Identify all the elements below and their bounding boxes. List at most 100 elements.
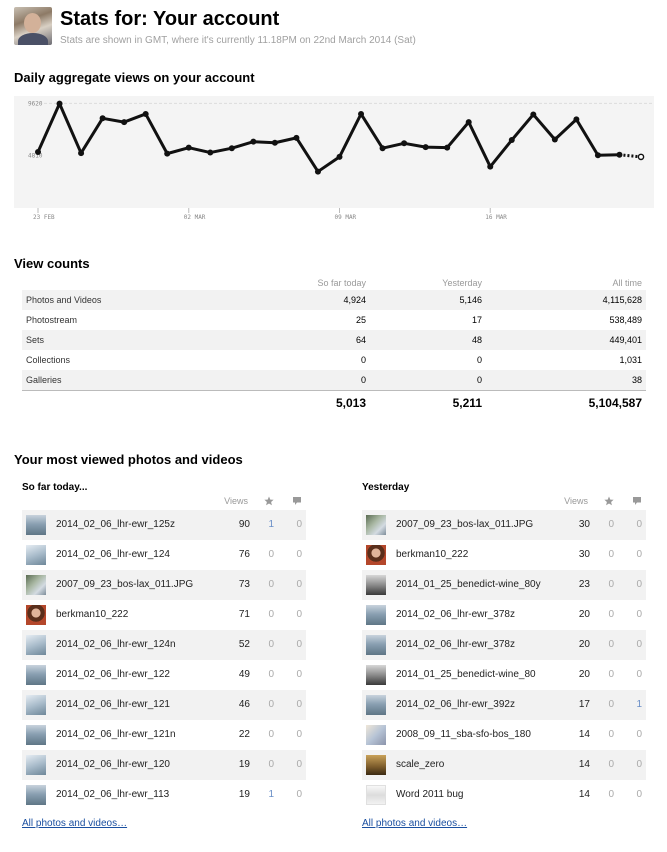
data-point[interactable] [35, 149, 41, 155]
photo-title-link[interactable]: 2014_01_25_benedict-wine_80 [396, 660, 536, 690]
photo-thumbnail[interactable] [26, 785, 46, 805]
data-point[interactable] [164, 150, 171, 157]
photo-title-link[interactable]: 2014_02_06_lhr-ewr_121n [56, 720, 176, 750]
data-point[interactable] [465, 119, 472, 126]
photo-title-link[interactable]: 2014_02_06_lhr-ewr_124n [56, 630, 176, 660]
yesterday-list-header: Views [362, 494, 646, 510]
photo-title-link[interactable]: Word 2011 bug [396, 780, 463, 810]
photo-title-link[interactable]: 2014_02_06_lhr-ewr_122 [56, 660, 170, 690]
view-counts-row: Sets 64 48 449,401 [22, 330, 646, 350]
photo-row: 2014_02_06_lhr-ewr_120 19 0 0 [22, 750, 306, 780]
photo-title-link[interactable]: berkman10_222 [396, 540, 468, 570]
x-tick-label: 09 MAR [335, 214, 357, 221]
photo-thumbnail[interactable] [26, 695, 46, 715]
data-point[interactable] [78, 150, 85, 157]
photo-title-link[interactable]: scale_zero [396, 750, 444, 780]
photo-title-link[interactable]: 2014_02_06_lhr-ewr_378z [396, 600, 515, 630]
photo-comments: 0 [296, 549, 302, 560]
photo-thumbnail[interactable] [366, 635, 386, 655]
data-point[interactable] [637, 153, 645, 161]
all-photos-link-today[interactable]: All photos and videos… [22, 818, 127, 829]
photo-favs: 0 [608, 789, 614, 800]
data-point[interactable] [401, 140, 408, 147]
photo-thumbnail[interactable] [26, 755, 46, 775]
photo-comments: 1 [636, 699, 642, 710]
photo-thumbnail[interactable] [26, 515, 46, 535]
photo-title-link[interactable]: 2014_02_06_lhr-ewr_378z [396, 630, 515, 660]
data-point[interactable] [487, 163, 494, 170]
photo-thumbnail[interactable] [26, 635, 46, 655]
data-point[interactable] [530, 111, 537, 118]
view-counts-row: Collections 0 0 1,031 [22, 350, 646, 370]
photo-title-link[interactable]: 2014_02_06_lhr-ewr_121 [56, 690, 170, 720]
data-point[interactable] [358, 110, 365, 117]
data-point[interactable] [185, 144, 192, 151]
photo-row: 2014_02_06_lhr-ewr_121 46 0 0 [22, 690, 306, 720]
data-point[interactable] [250, 138, 257, 145]
avatar[interactable] [14, 7, 52, 45]
photo-title-link[interactable]: 2014_02_06_lhr-ewr_124 [56, 540, 170, 570]
data-point[interactable] [508, 137, 515, 144]
photo-thumbnail[interactable] [366, 575, 386, 595]
photo-title-link[interactable]: 2007_09_23_bos-lax_011.JPG [56, 570, 193, 600]
photo-thumbnail[interactable] [26, 725, 46, 745]
data-point[interactable] [444, 144, 451, 151]
photo-thumbnail[interactable] [366, 605, 386, 625]
photo-thumbnail[interactable] [366, 545, 386, 565]
row-alltime: 38 [631, 375, 642, 385]
photo-views: 20 [578, 639, 590, 650]
photo-thumbnail[interactable] [366, 755, 386, 775]
photo-comments: 0 [296, 729, 302, 740]
view-counts-title: View counts [14, 256, 90, 271]
photo-comments: 0 [636, 519, 642, 530]
photo-thumbnail[interactable] [366, 725, 386, 745]
photo-favs: 0 [608, 669, 614, 680]
data-point[interactable] [271, 139, 278, 146]
data-point[interactable] [293, 134, 300, 141]
photo-title-link[interactable]: 2014_02_06_lhr-ewr_120 [56, 750, 170, 780]
data-point[interactable] [99, 115, 106, 122]
photo-title-link[interactable]: 2014_02_06_lhr-ewr_392z [396, 690, 515, 720]
data-point[interactable] [336, 153, 343, 160]
view-counts-row: Galleries 0 0 38 [22, 370, 646, 390]
photo-thumbnail[interactable] [366, 695, 386, 715]
data-point[interactable] [142, 110, 149, 117]
data-point[interactable] [121, 119, 128, 126]
data-point[interactable] [422, 144, 429, 151]
photo-row: 2007_09_23_bos-lax_011.JPG 73 0 0 [22, 570, 306, 600]
photo-title-link[interactable]: 2007_09_23_bos-lax_011.JPG [396, 510, 533, 540]
photo-comments: 0 [636, 579, 642, 590]
chart-background [14, 96, 654, 208]
all-photos-link-yesterday[interactable]: All photos and videos… [362, 818, 467, 829]
photo-row: 2014_02_06_lhr-ewr_125z 90 1 0 [22, 510, 306, 540]
photo-comments: 0 [296, 789, 302, 800]
photo-title-link[interactable]: 2014_01_25_benedict-wine_80y [396, 570, 541, 600]
data-point[interactable] [56, 100, 63, 107]
data-point[interactable] [616, 151, 623, 158]
photo-thumbnail[interactable] [366, 665, 386, 685]
photo-comments: 0 [636, 639, 642, 650]
view-counts-table: So far today Yesterday All time Photos a… [22, 276, 646, 414]
data-point[interactable] [207, 149, 214, 156]
photo-thumbnail[interactable] [366, 785, 386, 805]
photo-comments: 0 [296, 699, 302, 710]
photo-title-link[interactable]: 2014_02_06_lhr-ewr_113 [56, 780, 169, 810]
row-label: Galleries [26, 375, 62, 385]
data-point[interactable] [228, 145, 235, 152]
photo-title-link[interactable]: 2008_09_11_sba-sfo-bos_180 [396, 720, 531, 750]
photo-thumbnail[interactable] [26, 545, 46, 565]
photo-thumbnail[interactable] [26, 575, 46, 595]
comment-icon [292, 496, 302, 508]
data-point[interactable] [379, 145, 386, 152]
photo-thumbnail[interactable] [26, 665, 46, 685]
photo-title-link[interactable]: berkman10_222 [56, 600, 128, 630]
data-point[interactable] [551, 136, 558, 143]
data-point[interactable] [594, 152, 601, 159]
photo-row: 2008_09_11_sba-sfo-bos_180 14 0 0 [362, 720, 646, 750]
photo-thumbnail[interactable] [366, 515, 386, 535]
photo-thumbnail[interactable] [26, 605, 46, 625]
photo-title-link[interactable]: 2014_02_06_lhr-ewr_125z [56, 510, 175, 540]
data-point[interactable] [573, 116, 580, 123]
photo-row: 2014_02_06_lhr-ewr_124n 52 0 0 [22, 630, 306, 660]
data-point[interactable] [314, 168, 321, 175]
